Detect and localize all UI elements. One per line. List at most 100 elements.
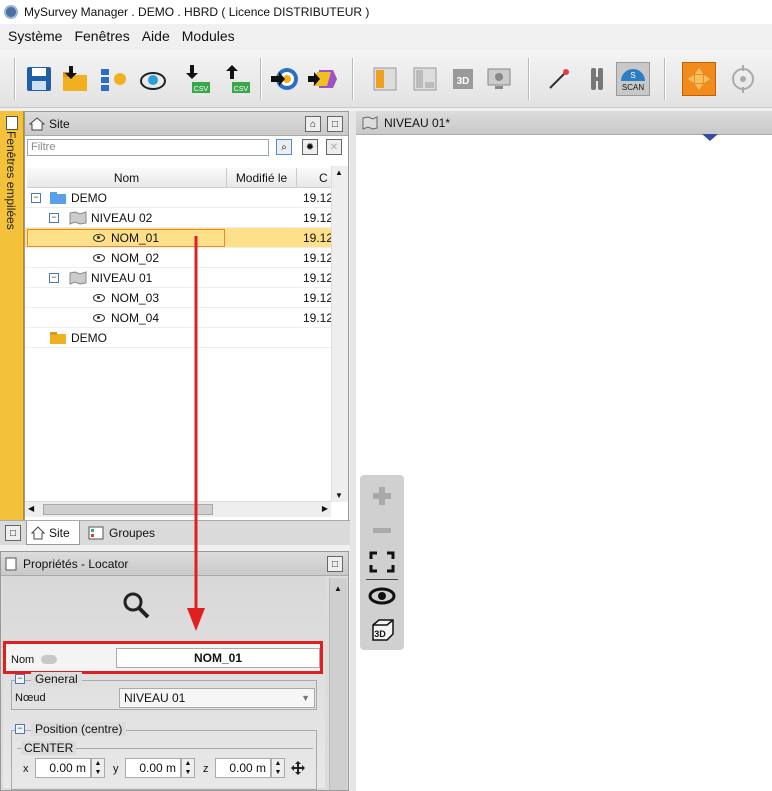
position-label: Position (centre)	[31, 722, 127, 736]
chain-icon[interactable]	[580, 62, 614, 96]
save-icon[interactable]	[22, 62, 56, 96]
home-button[interactable]: ⌂	[305, 116, 321, 132]
tree-label: NIVEAU 01	[91, 271, 153, 285]
maximize-button[interactable]: □	[327, 116, 343, 132]
y-spinner-icon[interactable]: ▲ ▼	[181, 758, 195, 778]
y-field[interactable]: 0.00 m	[125, 758, 181, 778]
collapse-icon[interactable]: −	[15, 674, 25, 684]
tree-row-niveau-02[interactable]: − NIVEAU 02 19.12	[25, 208, 333, 228]
tree-date: 19.12	[303, 191, 334, 205]
restore-button[interactable]: □	[5, 525, 21, 541]
tree-row-nom-03[interactable]: NOM_03 19.12	[25, 288, 333, 308]
view-header: NIVEAU 01*	[356, 111, 772, 135]
panel-layout-icon[interactable]	[408, 62, 442, 96]
tab-site[interactable]: Site	[26, 521, 80, 545]
horizontal-scrollbar[interactable]: ◀ ▶	[25, 501, 331, 517]
crosshair-icon[interactable]	[726, 62, 760, 96]
menu-fenetres[interactable]: Fenêtres	[68, 28, 135, 44]
magnifier-icon	[123, 592, 150, 619]
menu-systeme[interactable]: Système	[2, 28, 68, 44]
maximize-button[interactable]: □	[327, 556, 343, 572]
tree-date: 19.12	[303, 271, 334, 285]
stacked-windows-sidebar[interactable]: Fenêtres empilées	[0, 111, 24, 545]
nom-field[interactable]: NOM_01	[116, 648, 320, 668]
properties-panel-title: Propriétés - Locator	[23, 556, 129, 571]
view-3d-label: 3D	[457, 76, 470, 87]
tree-row-demo-folder[interactable]: DEMO	[25, 328, 331, 348]
scan-icon[interactable]: S SCAN	[616, 62, 650, 96]
view-3d-cube-icon[interactable]: 3D	[366, 615, 398, 645]
target-import-icon[interactable]	[268, 62, 302, 96]
map-icon	[69, 271, 87, 285]
shape-import-icon[interactable]	[306, 62, 340, 96]
properties-scrollbar[interactable]: ▲	[329, 578, 347, 790]
tree-row-demo[interactable]: − DEMO 19.12	[25, 188, 334, 208]
folder-yellow-icon	[50, 332, 66, 344]
scroll-up-icon[interactable]: ▲	[334, 584, 342, 593]
column-nom[interactable]: Nom	[27, 168, 227, 188]
sync-icon[interactable]	[136, 62, 170, 96]
x-spinner-icon[interactable]: ▲ ▼	[91, 758, 105, 778]
tree-row-nom-02[interactable]: NOM_02 19.12	[25, 248, 333, 268]
menu-aide[interactable]: Aide	[136, 28, 176, 44]
tab-site-label: Site	[49, 525, 70, 540]
column-c[interactable]: C	[297, 168, 331, 188]
z-field[interactable]: 0.00 m	[215, 758, 271, 778]
x-label: x	[23, 763, 29, 775]
toolbar-separator	[14, 58, 16, 100]
tree-row-nom-01[interactable]: NOM_01 19.12	[25, 228, 334, 248]
menu-modules[interactable]: Modules	[176, 28, 241, 44]
zoom-out-icon[interactable]	[366, 515, 398, 545]
scroll-down-icon[interactable]: ▼	[335, 491, 343, 500]
x-field[interactable]: 0.00 m	[35, 758, 91, 778]
tab-groupes[interactable]: Groupes	[84, 521, 164, 545]
window-title: MySurvey Manager . DEMO . HBRD ( Licence…	[24, 5, 370, 19]
csv-export-icon[interactable]: CSV	[220, 62, 254, 96]
move-cross-icon[interactable]	[291, 761, 305, 775]
groups-icon	[88, 526, 104, 540]
collapse-icon[interactable]: −	[49, 273, 59, 283]
search-icon[interactable]: ⌕	[276, 139, 292, 155]
clear-filter-icon[interactable]: ✕	[326, 139, 342, 155]
fit-view-icon[interactable]	[366, 547, 398, 577]
home-icon	[29, 116, 45, 130]
column-modifie[interactable]: Modifié le	[227, 168, 297, 188]
magic-wand-icon[interactable]	[542, 62, 576, 96]
panel-left-icon[interactable]	[368, 62, 402, 96]
noeud-select[interactable]: NIVEAU 01 ▼	[119, 688, 315, 708]
tree-row-nom-04[interactable]: NOM_04 19.12	[25, 308, 333, 328]
csv-import-icon[interactable]: CSV	[180, 62, 214, 96]
filter-input[interactable]: Filtre	[27, 139, 269, 156]
view-3d-icon[interactable]: 3D	[446, 62, 480, 96]
vertical-scrollbar[interactable]: ▲ ▼	[331, 166, 348, 502]
tree-label: NOM_01	[111, 231, 160, 245]
network-icon[interactable]	[96, 62, 130, 96]
folder-blue-icon	[50, 192, 66, 204]
tools-divider	[366, 579, 398, 580]
tree-label: NOM_03	[111, 291, 160, 305]
settings-icon[interactable]: ✹	[302, 139, 318, 155]
scroll-left-icon[interactable]: ◀	[28, 504, 34, 513]
collapse-icon[interactable]: −	[15, 724, 25, 734]
z-spinner-icon[interactable]: ▲ ▼	[271, 758, 285, 778]
y-label: y	[113, 763, 119, 775]
scan-label: SCAN	[622, 83, 644, 92]
move-icon[interactable]	[682, 62, 716, 96]
view-3d-cube-label: 3D	[374, 629, 386, 639]
scroll-right-icon[interactable]: ▶	[322, 504, 328, 513]
collapse-icon[interactable]: −	[31, 193, 41, 203]
chevron-down-icon[interactable]: ▼	[301, 689, 310, 707]
toggle-icon[interactable]	[41, 655, 57, 664]
collapse-icon[interactable]: −	[49, 213, 59, 223]
eye-icon[interactable]	[366, 581, 398, 611]
import-folder-icon[interactable]	[58, 62, 92, 96]
tree-date: 19.12	[303, 231, 334, 245]
tree-row-niveau-01[interactable]: − NIVEAU 01 19.12	[25, 268, 334, 288]
app-gear-icon	[4, 5, 18, 19]
zoom-in-icon[interactable]	[366, 481, 398, 511]
map-icon	[69, 211, 87, 225]
view-canvas[interactable]	[356, 134, 772, 791]
scroll-up-icon[interactable]: ▲	[335, 168, 343, 177]
sidebar-label: Fenêtres empilées	[4, 131, 18, 230]
screen-settings-icon[interactable]	[482, 62, 516, 96]
